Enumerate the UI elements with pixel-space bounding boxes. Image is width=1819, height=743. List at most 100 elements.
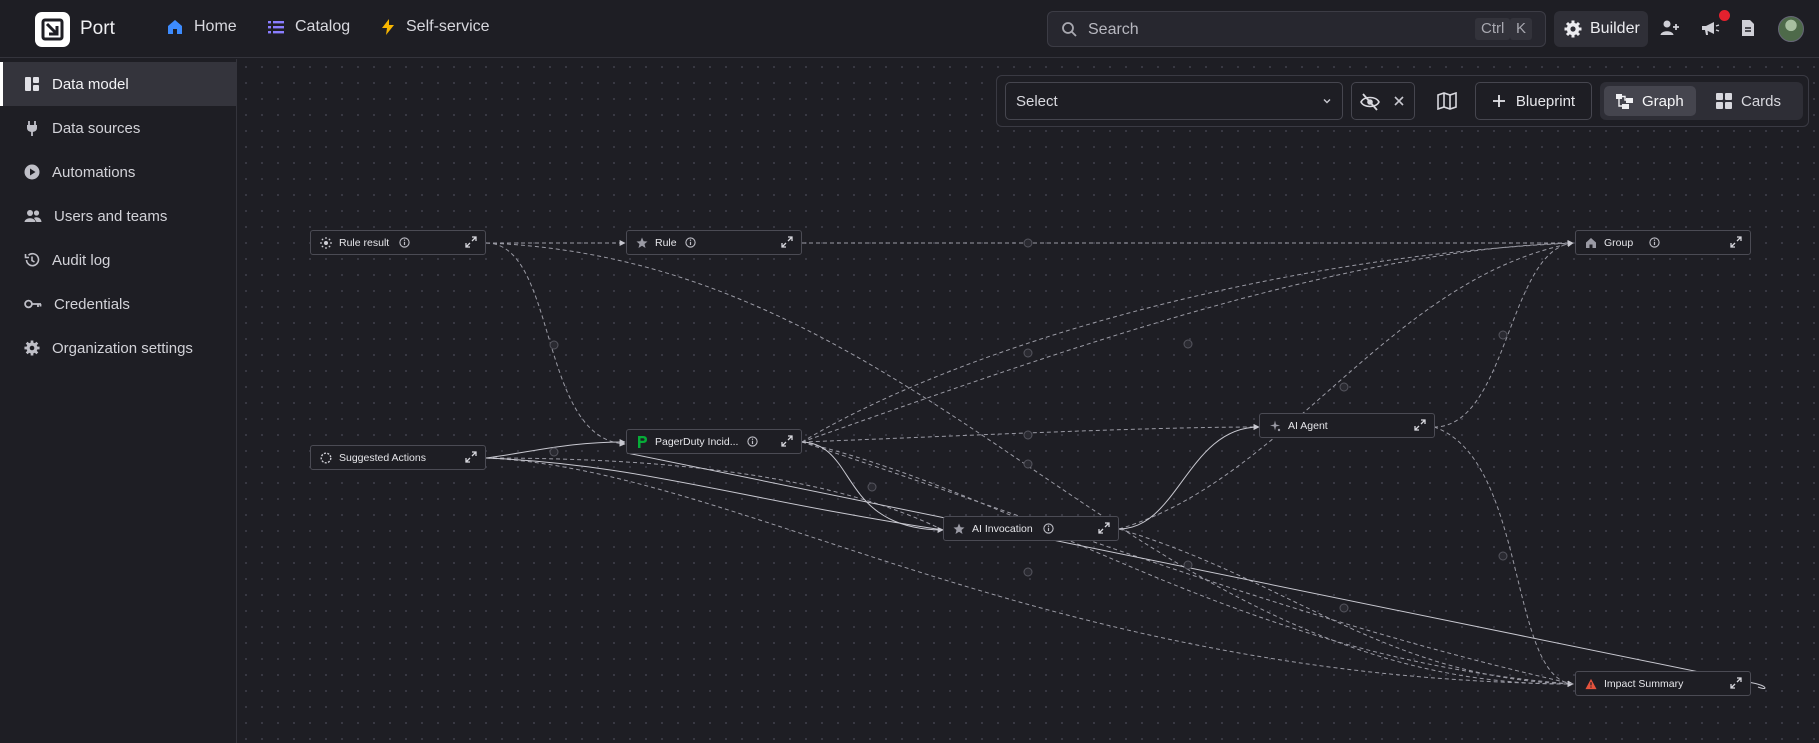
node-label: AI Invocation bbox=[972, 523, 1033, 535]
hidden-toggle-group bbox=[1351, 82, 1415, 120]
history-icon bbox=[24, 252, 40, 267]
shortcut-k-key: K bbox=[1510, 18, 1533, 40]
blueprint-node-ai-invocation[interactable]: AI Invocation bbox=[943, 516, 1119, 541]
blueprint-node-ai-agent[interactable]: AI Agent bbox=[1259, 413, 1435, 438]
blueprint-node-group[interactable]: Group bbox=[1575, 230, 1751, 255]
lightning-icon bbox=[382, 19, 394, 35]
node-label: Rule bbox=[655, 237, 677, 249]
top-bar: Port Home Catalog Self-service Search Ct… bbox=[0, 0, 1819, 58]
view-cards-label: Cards bbox=[1741, 92, 1782, 110]
plug-icon bbox=[27, 121, 37, 136]
key-icon bbox=[24, 299, 42, 309]
avatar[interactable] bbox=[1778, 16, 1804, 42]
data-model-graph-canvas[interactable]: Select Blueprint Graph Cards Rule result… bbox=[238, 59, 1819, 743]
add-blueprint-button[interactable]: Blueprint bbox=[1475, 82, 1592, 120]
nav-home-label: Home bbox=[194, 18, 237, 35]
sidebar-item-label: Users and teams bbox=[54, 207, 168, 225]
nav-self-service[interactable]: Self-service bbox=[380, 18, 490, 36]
view-toggle: Graph Cards bbox=[1600, 82, 1803, 120]
close-icon[interactable] bbox=[1392, 94, 1406, 113]
expand-icon[interactable] bbox=[781, 435, 793, 450]
sidebar: Data model Data sources Automations User… bbox=[0, 59, 237, 743]
users-icon bbox=[24, 210, 42, 222]
node-label: AI Agent bbox=[1288, 420, 1328, 432]
sidebar-item-label: Audit log bbox=[52, 251, 111, 269]
search-icon bbox=[1062, 22, 1077, 37]
chevron-down-icon bbox=[1323, 99, 1331, 104]
sidebar-item-label: Organization settings bbox=[52, 339, 193, 357]
invite-user-icon[interactable] bbox=[1658, 16, 1682, 40]
data-model-icon bbox=[25, 77, 39, 91]
blueprint-select-value: Select bbox=[1016, 93, 1058, 110]
shortcut-ctrl-key: Ctrl bbox=[1475, 18, 1511, 40]
info-icon[interactable] bbox=[1043, 523, 1054, 537]
expand-icon[interactable] bbox=[781, 236, 793, 251]
announcements-megaphone-icon[interactable] bbox=[1698, 16, 1722, 40]
plus-icon bbox=[1492, 95, 1505, 107]
view-cards-button[interactable]: Cards bbox=[1704, 86, 1793, 116]
edge-invocation-agent bbox=[1118, 424, 1260, 530]
nav-catalog-label: Catalog bbox=[295, 18, 351, 35]
port-logo-icon[interactable] bbox=[35, 12, 70, 47]
sun-dots-icon bbox=[320, 237, 332, 249]
home-icon bbox=[1585, 237, 1597, 249]
node-label: Impact Summary bbox=[1604, 678, 1684, 690]
notification-badge bbox=[1719, 10, 1730, 21]
node-label: Suggested Actions bbox=[339, 452, 426, 464]
sidebar-item-automations[interactable]: Automations bbox=[0, 150, 237, 194]
node-label: Rule result bbox=[339, 237, 390, 249]
blueprint-select[interactable]: Select bbox=[1005, 82, 1343, 120]
info-icon[interactable] bbox=[685, 237, 696, 251]
sidebar-item-label: Data sources bbox=[52, 119, 141, 137]
gear-icon bbox=[1564, 20, 1582, 38]
node-label: PagerDuty Incid... bbox=[655, 436, 739, 448]
play-circle-icon bbox=[24, 164, 40, 180]
graph-toolbar: Select Blueprint Graph Cards bbox=[996, 75, 1809, 127]
search-placeholder: Search bbox=[1088, 21, 1139, 38]
sidebar-item-audit-log[interactable]: Audit log bbox=[0, 238, 237, 282]
blueprint-node-rule[interactable]: Rule bbox=[626, 230, 802, 255]
info-icon[interactable] bbox=[747, 436, 758, 450]
cards-view-icon bbox=[1716, 93, 1732, 109]
sidebar-item-users-and-teams[interactable]: Users and teams bbox=[0, 194, 237, 238]
pagerduty-icon bbox=[636, 436, 648, 448]
expand-icon[interactable] bbox=[1098, 522, 1110, 537]
sidebar-item-credentials[interactable]: Credentials bbox=[0, 282, 237, 326]
relation-edges bbox=[485, 238, 1766, 689]
catalog-list-icon bbox=[268, 21, 284, 34]
expand-icon[interactable] bbox=[1730, 236, 1742, 251]
builder-label: Builder bbox=[1590, 20, 1640, 37]
search-input[interactable]: Search Ctrl K bbox=[1047, 11, 1546, 47]
eye-off-icon[interactable] bbox=[1360, 93, 1380, 116]
sidebar-item-data-model[interactable]: Data model bbox=[0, 62, 237, 106]
sparkle-icon bbox=[1269, 420, 1281, 432]
expand-icon[interactable] bbox=[465, 236, 477, 251]
nav-self-service-label: Self-service bbox=[406, 18, 490, 35]
info-icon[interactable] bbox=[1649, 237, 1660, 251]
blueprint-node-impact-summary[interactable]: Impact Summary bbox=[1575, 671, 1751, 696]
sidebar-item-label: Data model bbox=[52, 75, 129, 93]
star-icon bbox=[636, 237, 648, 249]
sidebar-item-organization-settings[interactable]: Organization settings bbox=[0, 326, 237, 370]
nav-home[interactable]: Home bbox=[166, 18, 237, 36]
add-blueprint-label: Blueprint bbox=[1515, 92, 1576, 110]
expand-icon[interactable] bbox=[465, 451, 477, 466]
edge-pagerduty-impact-solid bbox=[626, 452, 1766, 689]
map-legend-icon[interactable] bbox=[1437, 91, 1457, 115]
blueprint-node-rule-result[interactable]: Rule result bbox=[310, 230, 486, 255]
builder-button[interactable]: Builder bbox=[1554, 11, 1648, 47]
blueprint-node-pagerduty-incident[interactable]: PagerDuty Incid... bbox=[626, 429, 802, 454]
docs-icon[interactable] bbox=[1736, 16, 1760, 40]
home-icon bbox=[168, 20, 182, 34]
app-name[interactable]: Port bbox=[80, 18, 115, 40]
info-icon[interactable] bbox=[399, 237, 410, 251]
view-graph-button[interactable]: Graph bbox=[1604, 86, 1696, 116]
sidebar-item-data-sources[interactable]: Data sources bbox=[0, 106, 237, 150]
warning-triangle-icon bbox=[1585, 678, 1597, 690]
nav-catalog[interactable]: Catalog bbox=[267, 18, 350, 36]
expand-icon[interactable] bbox=[1414, 419, 1426, 434]
expand-icon[interactable] bbox=[1730, 677, 1742, 692]
blueprint-node-suggested-actions[interactable]: Suggested Actions bbox=[310, 445, 486, 470]
star-icon bbox=[953, 523, 965, 535]
graph-view-icon bbox=[1616, 93, 1633, 109]
